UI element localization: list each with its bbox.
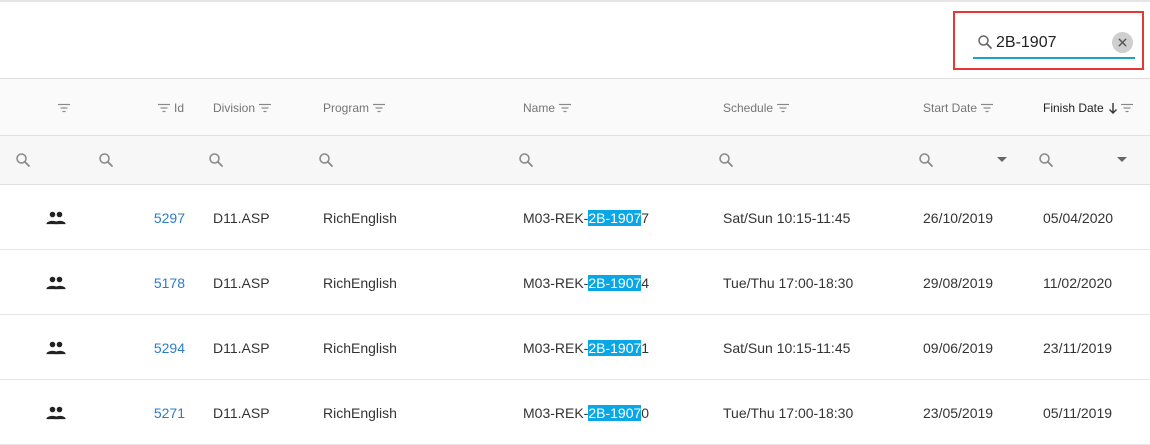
table-row[interactable]: 5178 D11.ASP RichEnglish M03-REK- 2B-1907… [0,250,1150,315]
search-icon[interactable] [517,151,535,169]
search-icon[interactable] [97,151,115,169]
toolbar [0,0,1150,79]
filter-icon[interactable] [158,103,170,113]
group-icon[interactable] [45,250,67,315]
arrow-down-icon[interactable] [1108,102,1118,114]
table-row[interactable]: 5297 D11.ASP RichEnglish M03-REK- 2B-1907… [0,185,1150,250]
row-name: M03-REK- 2B-1907 7 [523,185,649,250]
name-prefix: M03-REK- [523,209,589,226]
row-program: RichEnglish [323,404,397,421]
name-prefix: M03-REK- [523,274,589,291]
name-suffix: 7 [641,209,650,226]
table-row[interactable]: 5294 D11.ASP RichEnglish M03-REK- 2B-1907… [0,315,1150,380]
global-search[interactable] [973,30,1135,59]
row-finish-date: 05/11/2019 [1043,404,1113,421]
caret-down-icon[interactable] [997,157,1007,162]
column-label: Name [523,100,556,115]
row-id-link[interactable]: 5271 [135,380,185,445]
row-program: RichEnglish [323,339,397,356]
column-label: Program [323,100,370,115]
row-division: D11.ASP [213,209,270,226]
column-header-finish-date[interactable]: Finish Date [1043,79,1133,136]
search-match-highlight: 2B-1907 [588,209,642,226]
row-id-link[interactable]: 5294 [135,315,185,380]
column-header-id[interactable]: Id [158,79,188,136]
filter-icon[interactable] [559,103,572,113]
column-header-schedule[interactable]: Schedule [723,79,790,136]
row-division: D11.ASP [213,339,270,356]
search-icon[interactable] [317,151,335,169]
column-label: Id [174,100,185,115]
search-icon[interactable] [207,151,225,169]
name-suffix: 1 [641,339,650,356]
search-icon[interactable] [717,151,735,169]
row-start-date: 29/08/2019 [923,274,994,291]
search-icon [978,35,992,49]
name-suffix: 0 [641,404,650,421]
column-header-division[interactable]: Division [213,79,272,136]
row-name: M03-REK- 2B-1907 4 [523,250,649,315]
row-start-date: 23/05/2019 [923,404,994,421]
row-program: RichEnglish [323,274,397,291]
row-program: RichEnglish [323,209,397,226]
column-label: Finish Date [1043,100,1104,115]
table-header: Id Division Program Name Schedule Start … [0,79,1150,136]
group-icon[interactable] [45,315,67,380]
row-name: M03-REK- 2B-1907 0 [523,380,649,445]
row-finish-date: 05/04/2020 [1043,209,1114,226]
row-finish-date: 11/02/2020 [1043,274,1113,291]
filter-icon[interactable] [777,103,790,113]
column-label: Start Date [923,100,978,115]
row-start-date: 26/10/2019 [923,209,994,226]
name-suffix: 4 [641,274,650,291]
group-icon[interactable] [45,380,67,445]
name-prefix: M03-REK- [523,404,589,421]
filter-icon[interactable] [373,103,386,113]
table-row[interactable]: 5271 D11.ASP RichEnglish M03-REK- 2B-1907… [0,380,1150,445]
caret-down-icon[interactable] [1117,157,1127,162]
filter-icon[interactable] [981,103,994,113]
column-label: Schedule [723,100,774,115]
row-schedule: Tue/Thu 17:00-18:30 [723,404,854,421]
row-division: D11.ASP [213,274,270,291]
column-label: Division [213,100,256,115]
row-start-date: 09/06/2019 [923,339,994,356]
row-id-link[interactable]: 5297 [135,185,185,250]
row-division: D11.ASP [213,404,270,421]
clear-search-button[interactable] [1112,32,1133,53]
row-name: M03-REK- 2B-1907 1 [523,315,649,380]
filter-row [0,136,1150,185]
row-finish-date: 23/11/2019 [1043,339,1113,356]
column-header-start-date[interactable]: Start Date [923,79,994,136]
row-schedule: Tue/Thu 17:00-18:30 [723,274,854,291]
row-schedule: Sat/Sun 10:15-11:45 [723,339,851,356]
search-icon[interactable] [1037,151,1055,169]
search-input[interactable] [996,31,1106,55]
search-icon[interactable] [917,151,935,169]
column-header-group[interactable] [58,79,70,136]
filter-icon[interactable] [58,103,70,113]
row-id-link[interactable]: 5178 [135,250,185,315]
filter-icon[interactable] [1120,103,1133,113]
column-header-name[interactable]: Name [523,79,572,136]
filter-icon[interactable] [259,103,272,113]
close-icon [1118,38,1127,47]
search-match-highlight: 2B-1907 [588,339,642,356]
name-prefix: M03-REK- [523,339,589,356]
search-match-highlight: 2B-1907 [588,404,642,421]
search-icon[interactable] [14,151,32,169]
column-header-program[interactable]: Program [323,79,386,136]
group-icon[interactable] [45,185,67,250]
row-schedule: Sat/Sun 10:15-11:45 [723,209,851,226]
search-match-highlight: 2B-1907 [588,274,642,291]
